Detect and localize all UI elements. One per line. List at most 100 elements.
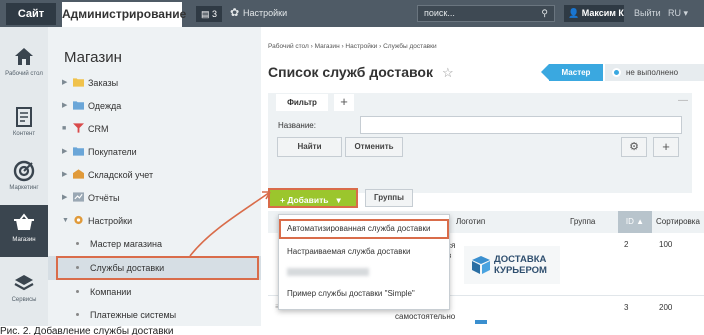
rail-item-shop[interactable]: Магазин [0, 205, 48, 257]
menu-item-label: Настройки [88, 216, 133, 226]
row-description: самостоятельно [395, 312, 456, 321]
rail-label: Рабочий стол [5, 71, 43, 77]
sort-asc-icon: ▲ [633, 217, 645, 226]
language-selector[interactable]: RU ▾ [668, 8, 688, 19]
target-icon [13, 160, 35, 182]
cancel-button[interactable]: Отменить [345, 137, 403, 157]
breadcrumb[interactable]: Рабочий стол › Магазин › Настройки › Слу… [268, 43, 437, 50]
add-button[interactable]: + Добавить ▾ [268, 188, 358, 208]
add-field-button[interactable]: + [653, 137, 679, 157]
notification-icon: ▤ [200, 9, 212, 19]
find-button[interactable]: Найти [277, 137, 342, 157]
chevron-right-icon[interactable]: ▶ [62, 71, 67, 95]
menu-item-label: Складской учет [88, 170, 154, 180]
menu-item-automated-delivery[interactable]: Автоматизированная служба доставки [279, 219, 449, 239]
menu-item-simple-delivery[interactable]: Пример службы доставки "Simple" [279, 284, 449, 304]
column-id[interactable]: ID ▲ [618, 211, 652, 233]
gear-icon[interactable]: ✿ [230, 6, 239, 19]
plus-icon: + [340, 94, 348, 109]
search-placeholder: поиск... [424, 8, 455, 18]
bullet-icon: ■ [62, 125, 67, 132]
menu-item-blurred[interactable] [279, 262, 449, 282]
highlight-frame [56, 256, 259, 280]
warehouse-icon [73, 169, 84, 179]
name-filter-input[interactable] [360, 116, 682, 134]
add-filter-tab-button[interactable]: + [334, 94, 354, 111]
groups-button[interactable]: Группы [365, 189, 413, 207]
rail-item-content[interactable]: Контент [0, 105, 48, 138]
menu-item-buyers[interactable]: ▶ Покупатели [48, 140, 261, 164]
column-sort[interactable]: Сортировка [656, 211, 704, 233]
logout-link[interactable]: Выйти [634, 8, 661, 18]
column-logo[interactable]: Логотип [456, 211, 485, 233]
layers-icon [14, 275, 34, 291]
status-label: не выполнено [626, 68, 679, 77]
star-icon[interactable]: ☆ [442, 65, 454, 81]
chevron-down-icon: ▾ [681, 8, 689, 18]
cube-icon [472, 256, 490, 274]
left-rail: Рабочий стол Контент Маркетинг Магазин С… [0, 27, 48, 335]
language-label: RU [668, 8, 681, 18]
menu-item-label: Покупатели [88, 147, 137, 157]
settings-link[interactable]: Настройки [243, 8, 287, 18]
rail-item-services[interactable]: Сервисы [0, 271, 48, 304]
filter-panel: Фильтр + — Название: Найти Отменить ⚙ + [268, 93, 692, 193]
chevron-right-icon[interactable]: ▶ [62, 163, 67, 187]
chevron-right-icon[interactable]: ▶ [62, 94, 67, 118]
section-menu: Магазин ▶ Заказы ▶ Одежда ■ CRM ▶ Покупа… [48, 27, 261, 335]
menu-item-warehouse[interactable]: ▶ Складской учет [48, 163, 261, 187]
rail-label: Контент [12, 131, 36, 137]
notifications-count: 3 [212, 9, 218, 19]
tab-filter[interactable]: Фильтр [276, 94, 328, 111]
menu-item-reports[interactable]: ▶ Отчёты [48, 186, 261, 210]
menu-item-orders[interactable]: ▶ Заказы [48, 71, 261, 95]
notifications-button[interactable]: ▤ 3 [196, 6, 222, 22]
menu-item-label: CRM [88, 124, 109, 134]
rail-item-marketing[interactable]: Маркетинг [0, 159, 48, 192]
admin-tab[interactable]: Администрирование [62, 2, 186, 27]
chevron-right-icon[interactable]: ▶ [62, 186, 67, 210]
menu-item-settings[interactable]: ▼ Настройки [48, 209, 261, 233]
user-menu[interactable]: 👤 Максим Кузин [564, 5, 624, 22]
menu-subitem-companies[interactable]: Компании [48, 280, 261, 304]
menu-item-configurable-delivery[interactable]: Настраиваемая служба доставки [279, 242, 449, 262]
rail-label: Сервисы [11, 297, 37, 303]
chevron-down-icon[interactable]: ▼ [62, 209, 69, 233]
logo-fragment [475, 320, 487, 324]
menu-item-label: Отчёты [88, 193, 120, 203]
name-label: Название: [278, 121, 316, 130]
folder-icon [73, 101, 84, 110]
funnel-icon [73, 123, 84, 133]
search-input[interactable]: поиск... ⚲ [417, 5, 555, 22]
search-icon[interactable]: ⚲ [541, 6, 548, 21]
report-icon [73, 192, 84, 202]
add-dropdown-menu: Автоматизированная служба доставки Настр… [278, 214, 450, 310]
main-content: Рабочий стол › Магазин › Настройки › Слу… [261, 27, 704, 335]
folder-icon [73, 78, 84, 87]
rail-item-desktop[interactable]: Рабочий стол [0, 45, 48, 78]
figure-caption: Рис. 2. Добавление службы доставки [0, 326, 262, 335]
document-icon [16, 107, 32, 127]
row-id: 3 [624, 303, 629, 312]
chevron-right-icon[interactable]: ▶ [62, 140, 67, 164]
menu-item-crm[interactable]: ■ CRM [48, 117, 261, 141]
bullet-icon [76, 313, 79, 316]
column-id-label: ID [625, 217, 634, 226]
rail-label: Магазин [12, 237, 36, 243]
menu-title: Магазин [64, 49, 122, 66]
home-icon [15, 48, 33, 65]
menu-subitem-store-wizard[interactable]: Мастер магазина [48, 232, 261, 256]
logo-text-line: ДОСТАВКА [494, 254, 547, 265]
menu-subitem-payment-systems[interactable]: Платежные системы [48, 303, 261, 327]
filter-settings-button[interactable]: ⚙ [621, 137, 647, 157]
menu-item-clothes[interactable]: ▶ Одежда [48, 94, 261, 118]
cart-icon [14, 213, 34, 230]
collapse-icon[interactable]: — [678, 95, 688, 106]
rail-label: Маркетинг [9, 185, 39, 191]
row-id: 2 [624, 240, 629, 249]
site-tab[interactable]: Сайт [6, 3, 56, 25]
bullet-icon [76, 290, 79, 293]
master-button[interactable]: Мастер [541, 64, 603, 81]
menu-item-label: Компании [90, 287, 132, 297]
column-group[interactable]: Группа [570, 211, 595, 233]
